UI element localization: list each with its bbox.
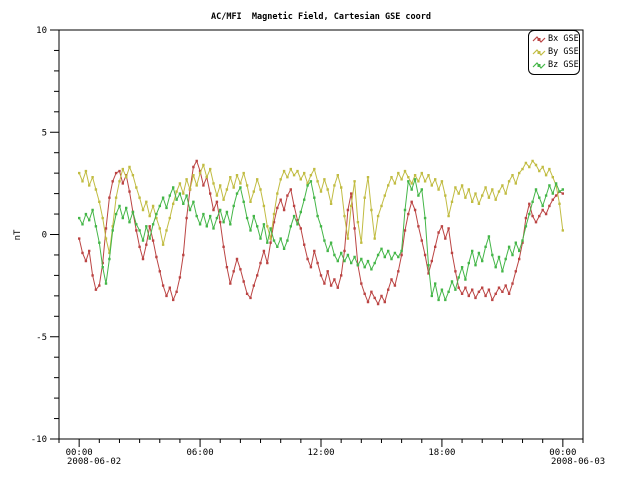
bz-line-sample-icon — [532, 61, 546, 70]
x-axis-date-start: 2008-06-02 — [67, 457, 121, 467]
bx-line-sample-icon — [532, 35, 546, 44]
x-axis-date-end: 2008-06-03 — [551, 457, 605, 467]
y-tick-label: 5 — [42, 128, 47, 138]
series-line-by-gse — [79, 161, 563, 253]
legend-label-bz: Bz GSE — [548, 59, 579, 72]
legend: Bx GSE By GSE Bz GSE — [528, 30, 580, 75]
legend-item-bx: Bx GSE — [532, 33, 576, 46]
y-tick-label: -5 — [36, 333, 47, 343]
legend-label-bx: Bx GSE — [548, 33, 579, 46]
y-tick-label: -10 — [31, 435, 47, 445]
legend-item-bz: Bz GSE — [532, 59, 576, 72]
legend-label-by: By GSE — [548, 46, 579, 59]
series-markers-bz-gse — [78, 178, 564, 301]
by-line-sample-icon — [532, 48, 546, 57]
y-tick-label: 10 — [36, 26, 47, 36]
legend-item-by: By GSE — [532, 46, 576, 59]
chart-window: AC/MFI Magnetic Field, Cartesian GSE coo… — [0, 0, 640, 480]
x-tick-label: 12:00 — [307, 448, 334, 458]
series-line-bz-gse — [79, 179, 563, 300]
series-line-bx-gse — [79, 161, 563, 304]
y-tick-label: 0 — [42, 231, 47, 241]
series-markers-by-gse — [78, 160, 564, 254]
x-tick-label: 06:00 — [187, 448, 214, 458]
x-tick-label: 18:00 — [428, 448, 455, 458]
